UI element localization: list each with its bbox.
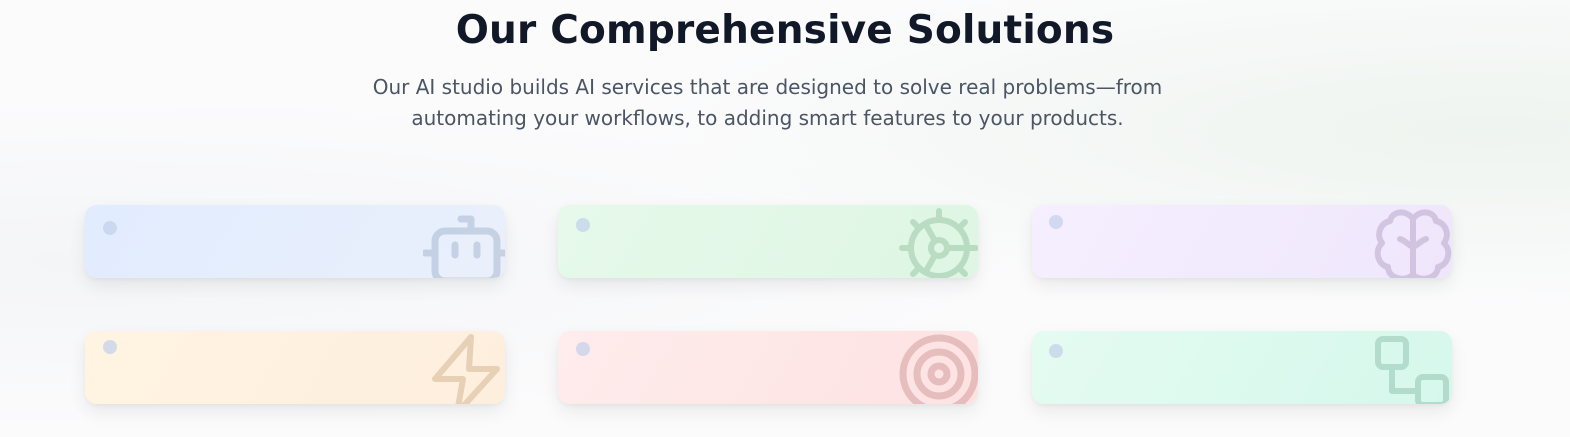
solution-card-automation[interactable] xyxy=(558,205,978,278)
card-dot xyxy=(576,218,590,232)
solution-card-speed[interactable] xyxy=(85,331,505,404)
bot-icon xyxy=(421,205,505,278)
brain-icon xyxy=(1370,205,1452,278)
workflow-icon xyxy=(1370,331,1452,404)
card-dot xyxy=(103,340,117,354)
section-title: Our Comprehensive Solutions xyxy=(455,8,1115,53)
solution-card-ai[interactable] xyxy=(1032,205,1452,278)
card-dot xyxy=(103,221,117,235)
target-icon xyxy=(896,331,978,404)
card-dot xyxy=(1049,344,1063,358)
solution-card-target[interactable] xyxy=(558,331,978,404)
solution-card-workflow[interactable] xyxy=(1032,331,1452,404)
section-subtitle: Our AI studio builds AI services that ar… xyxy=(372,75,1163,130)
card-dot xyxy=(1049,215,1063,229)
gear-icon xyxy=(896,205,978,278)
lightning-icon xyxy=(423,331,505,404)
card-dot xyxy=(576,342,590,356)
solution-card-bot[interactable] xyxy=(85,205,505,278)
